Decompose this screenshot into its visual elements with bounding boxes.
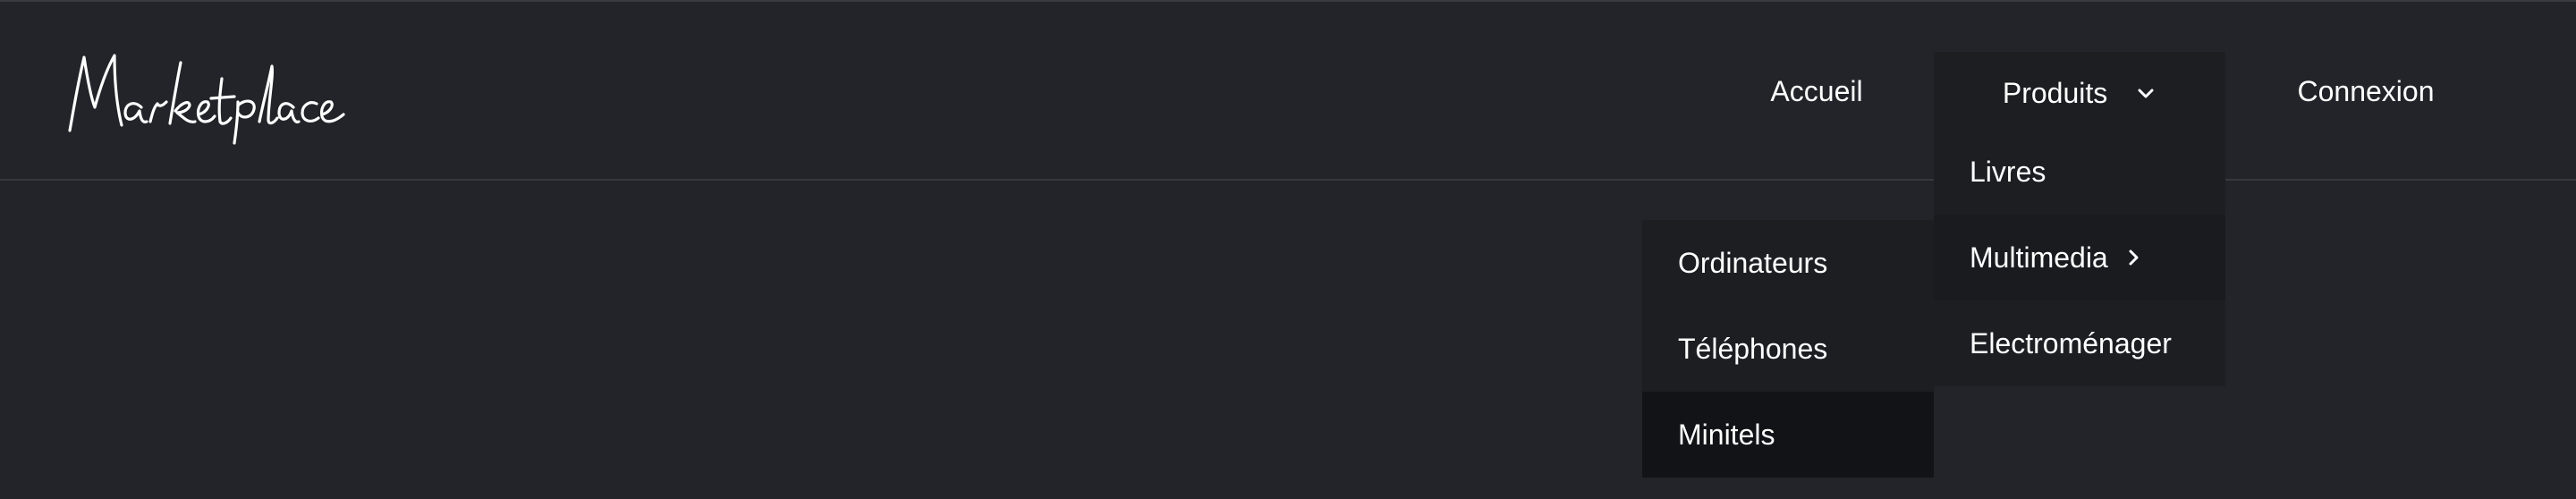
produits-dropdown: Livres Multimedia Electroménager	[1934, 129, 2225, 386]
brand-logo-script	[68, 54, 345, 145]
menu-item-electromenager[interactable]: Electroménager	[1934, 300, 2225, 386]
brand-logo[interactable]	[64, 48, 351, 147]
menu-item-multimedia-label: Multimedia	[1970, 241, 2108, 274]
nav-connexion[interactable]: Connexion	[2272, 52, 2460, 131]
submenu-item-minitels[interactable]: Minitels	[1642, 392, 1934, 478]
menu-item-multimedia[interactable]: Multimedia	[1934, 215, 2225, 300]
submenu-item-ordinateurs[interactable]: Ordinateurs	[1642, 220, 1934, 306]
nav-accueil[interactable]: Accueil	[1741, 52, 1893, 131]
nav-produits[interactable]: Produits	[1934, 52, 2225, 131]
chevron-right-icon	[2123, 247, 2145, 268]
nav-produits-label: Produits	[2002, 77, 2108, 110]
chevron-down-icon	[2135, 83, 2157, 105]
submenu-item-telephones[interactable]: Téléphones	[1642, 306, 1934, 392]
menu-item-livres[interactable]: Livres	[1934, 129, 2225, 215]
multimedia-submenu: Ordinateurs Téléphones Minitels	[1642, 220, 1934, 478]
